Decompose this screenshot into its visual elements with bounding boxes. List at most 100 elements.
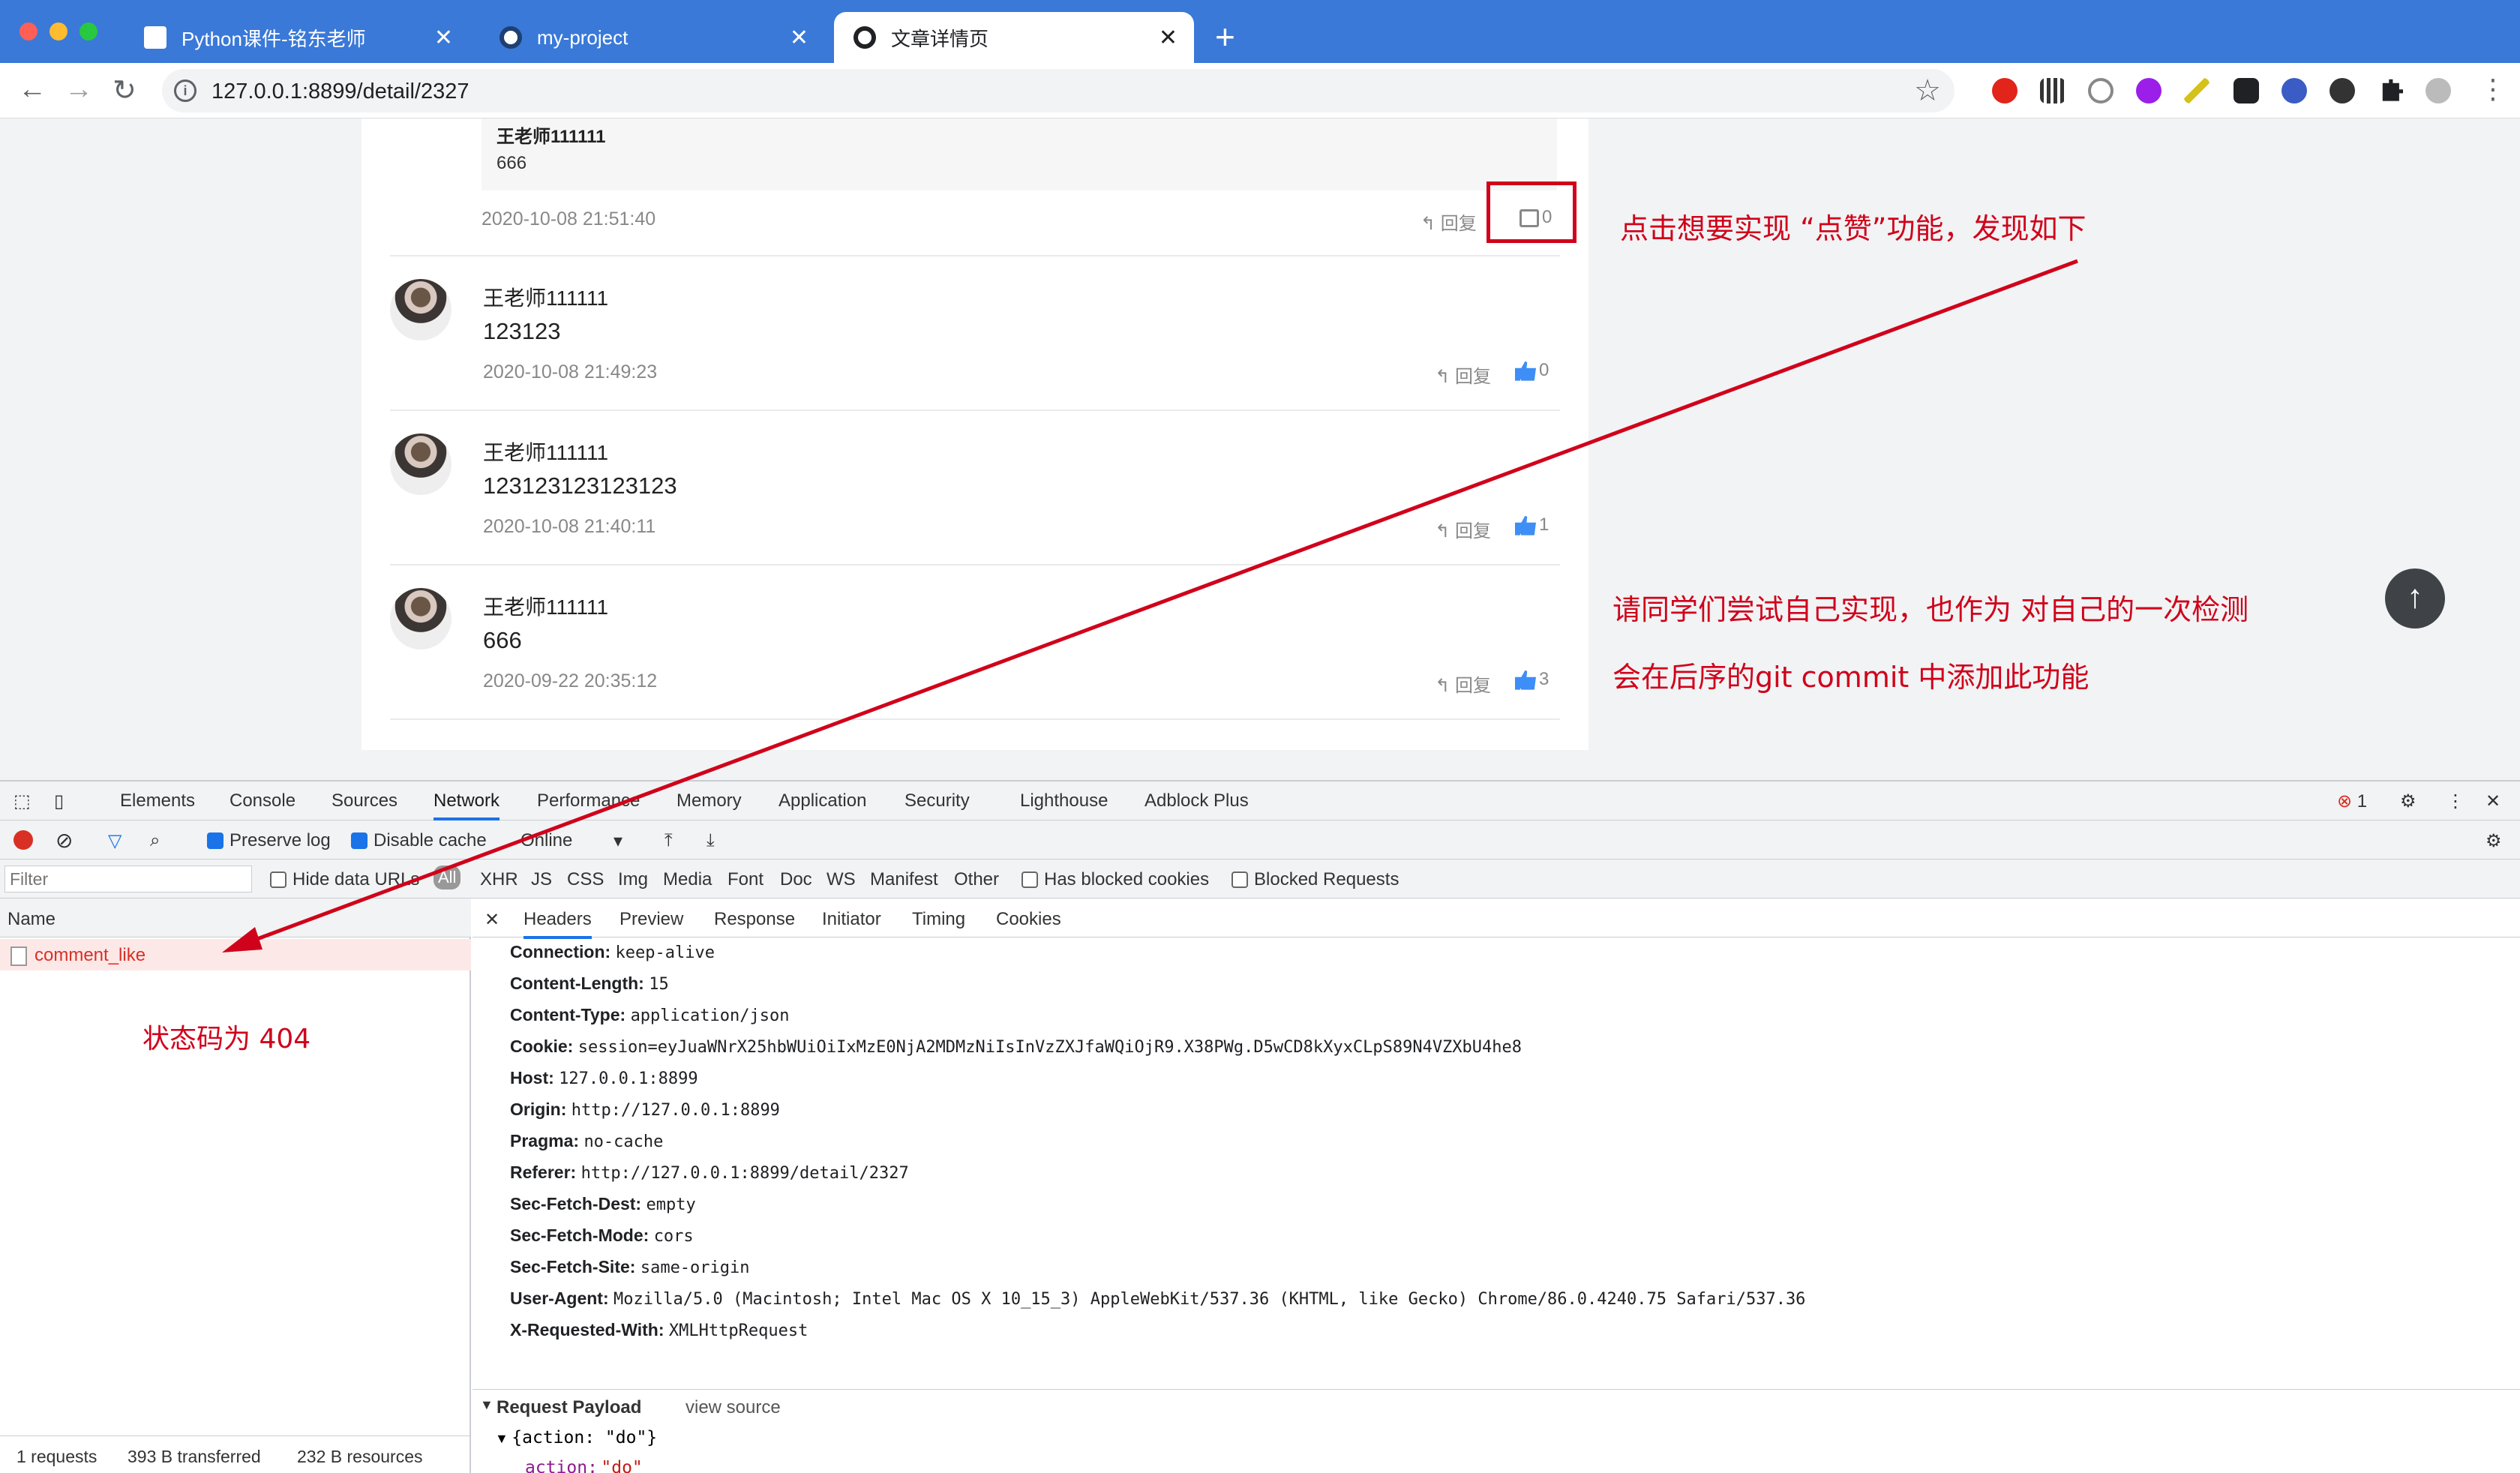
filter-type-other[interactable]: Other <box>954 869 999 890</box>
tab-console[interactable]: Console <box>230 790 296 812</box>
filter-type-js[interactable]: JS <box>531 869 552 890</box>
filter-type-font[interactable]: Font <box>728 869 764 890</box>
network-settings-gear-icon[interactable]: ⚙ <box>2486 830 2502 852</box>
address-bar[interactable]: i 127.0.0.1:8899/detail/2327 ☆ <box>162 69 1954 112</box>
reply-button[interactable]: ↰ 回复 <box>1420 208 1477 235</box>
clear-icon[interactable]: ⊘ <box>56 828 73 853</box>
lightning-extension-icon[interactable] <box>2184 78 2210 104</box>
translate-extension-icon[interactable] <box>2282 78 2307 104</box>
request-row[interactable]: comment_like <box>0 939 471 970</box>
request-payload-section[interactable]: ▼ Request Payload view source <box>472 1389 2520 1422</box>
has-blocked-cookies-checkbox[interactable]: Has blocked cookies <box>1022 869 1209 890</box>
filter-type-img[interactable]: Img <box>618 869 648 890</box>
x-extension-icon[interactable] <box>2234 78 2259 104</box>
site-info-icon[interactable]: i <box>174 80 196 102</box>
like-button[interactable]: 0 <box>1515 360 1560 381</box>
adblock-extension-icon[interactable] <box>1992 78 2018 104</box>
inspect-element-icon[interactable]: ⬚ <box>14 790 31 812</box>
filter-type-doc[interactable]: Doc <box>780 869 812 890</box>
reply-button[interactable]: ↰ 回复 <box>1435 362 1491 388</box>
hide-data-urls-checkbox[interactable]: Hide data URLs <box>270 869 419 890</box>
tab-network[interactable]: Network <box>434 790 500 820</box>
reply-button[interactable]: ↰ 回复 <box>1435 516 1491 542</box>
close-icon[interactable]: ✕ <box>2486 790 2500 812</box>
preserve-log-checkbox[interactable]: Preserve log <box>207 830 331 851</box>
tab-preview[interactable]: Preview <box>620 909 683 930</box>
export-har-icon[interactable]: ⤓ <box>706 830 715 851</box>
record-button[interactable] <box>14 830 33 850</box>
tab-security[interactable]: Security <box>904 790 970 812</box>
minimize-window-button[interactable] <box>50 22 68 40</box>
throttle-select[interactable]: Online ▾ <box>520 830 626 851</box>
forward-arrow-icon[interactable]: → <box>64 74 93 106</box>
tab-lighthouse[interactable]: Lighthouse <box>1020 790 1108 812</box>
tab-headers[interactable]: Headers <box>524 909 592 939</box>
filter-input[interactable] <box>4 866 252 892</box>
bookmark-star-icon[interactable]: ☆ <box>1914 74 1941 108</box>
back-arrow-icon[interactable]: ← <box>18 74 46 106</box>
error-count-badge[interactable]: ⊗ 1 <box>2337 790 2367 812</box>
browser-tab[interactable]: my-project ✕ <box>480 12 825 63</box>
header-key: Sec-Fetch-Site: <box>510 1257 636 1276</box>
filter-icon[interactable]: ▽ <box>108 830 122 852</box>
like-button[interactable]: 3 <box>1515 669 1560 690</box>
browser-tab[interactable]: Python课件-铭东老师 ✕ <box>124 12 470 63</box>
header-value: application/json <box>630 1006 790 1025</box>
scroll-to-top-button[interactable]: ↑ <box>2385 568 2445 628</box>
filter-type-manifest[interactable]: Manifest <box>870 869 938 890</box>
view-source-link[interactable]: view source <box>686 1397 781 1418</box>
purple-extension-icon[interactable] <box>2136 78 2162 104</box>
device-toolbar-icon[interactable]: ▯ <box>54 790 64 812</box>
reply-button[interactable]: ↰ 回复 <box>1435 670 1491 697</box>
search-icon[interactable]: ⌕ <box>150 830 160 851</box>
header-key: X-Requested-With: <box>510 1320 664 1340</box>
import-har-icon[interactable]: ⤒ <box>664 830 673 851</box>
filter-type-css[interactable]: CSS <box>567 869 604 890</box>
c-extension-icon[interactable] <box>2330 78 2355 104</box>
puzzle-extensions-icon[interactable] <box>2382 79 2403 101</box>
annotation-try-self: 请同学们尝试自己实现，也作为 对自己的一次检测 <box>1612 593 2249 626</box>
tab-response[interactable]: Response <box>714 909 795 930</box>
tab-memory[interactable]: Memory <box>676 790 742 812</box>
tab-close-icon[interactable]: ✕ <box>1159 25 1178 51</box>
close-window-button[interactable] <box>20 22 38 40</box>
file-icon <box>10 946 27 966</box>
filter-type-ws[interactable]: WS <box>826 869 856 890</box>
name-column-header[interactable]: Name <box>0 898 471 938</box>
tab-initiator[interactable]: Initiator <box>822 909 881 930</box>
filter-type-media[interactable]: Media <box>663 869 712 890</box>
reload-icon[interactable]: ↻ <box>112 74 136 107</box>
tab-sources[interactable]: Sources <box>332 790 398 812</box>
reply-label: 回复 <box>1440 214 1477 234</box>
browser-menu-icon[interactable]: ⋮ <box>2480 74 2506 105</box>
globe-extension-icon[interactable] <box>2088 78 2114 104</box>
gear-icon[interactable]: ⚙ <box>2400 790 2416 812</box>
tab-cookies[interactable]: Cookies <box>996 909 1061 930</box>
reply-arrow-icon: ↰ <box>1435 676 1455 696</box>
payload-tree[interactable]: ▼ {action: "do"} <box>495 1428 657 1448</box>
devtools-tab-bar: ⬚ ▯ Elements Console Sources Network Per… <box>0 782 2520 820</box>
tab-performance[interactable]: Performance <box>537 790 640 812</box>
tab-elements[interactable]: Elements <box>120 790 195 812</box>
thumbs-up-icon <box>1515 515 1536 536</box>
qr-code-extension-icon[interactable] <box>2040 78 2066 104</box>
tab-close-icon[interactable]: ✕ <box>434 25 453 51</box>
devtools-more-icon[interactable]: ⋮ <box>2446 790 2464 812</box>
maximize-window-button[interactable] <box>80 22 98 40</box>
new-tab-button[interactable]: + <box>1215 16 1235 57</box>
preserve-log-label: Preserve log <box>230 830 331 850</box>
close-icon[interactable]: ✕ <box>484 909 500 931</box>
tab-application[interactable]: Application <box>778 790 866 812</box>
tab-adblock-plus[interactable]: Adblock Plus <box>1144 790 1249 812</box>
like-button[interactable]: 1 <box>1515 514 1560 536</box>
disable-cache-checkbox[interactable]: Disable cache <box>351 830 487 851</box>
tab-close-icon[interactable]: ✕ <box>790 25 808 51</box>
tab-timing[interactable]: Timing <box>912 909 965 930</box>
comment-item: 王老师111111 123123123123123 2020-10-08 21:… <box>390 411 1560 566</box>
filter-type-all[interactable]: All <box>434 866 461 890</box>
browser-tab-active[interactable]: 文章详情页 ✕ <box>834 12 1194 63</box>
blocked-requests-checkbox[interactable]: Blocked Requests <box>1232 869 1399 890</box>
filter-type-xhr[interactable]: XHR <box>480 869 518 890</box>
annotation-click-like: 点击想要实现 “点赞”功能，发现如下 <box>1620 212 2086 245</box>
profile-avatar-icon[interactable] <box>2426 78 2451 104</box>
